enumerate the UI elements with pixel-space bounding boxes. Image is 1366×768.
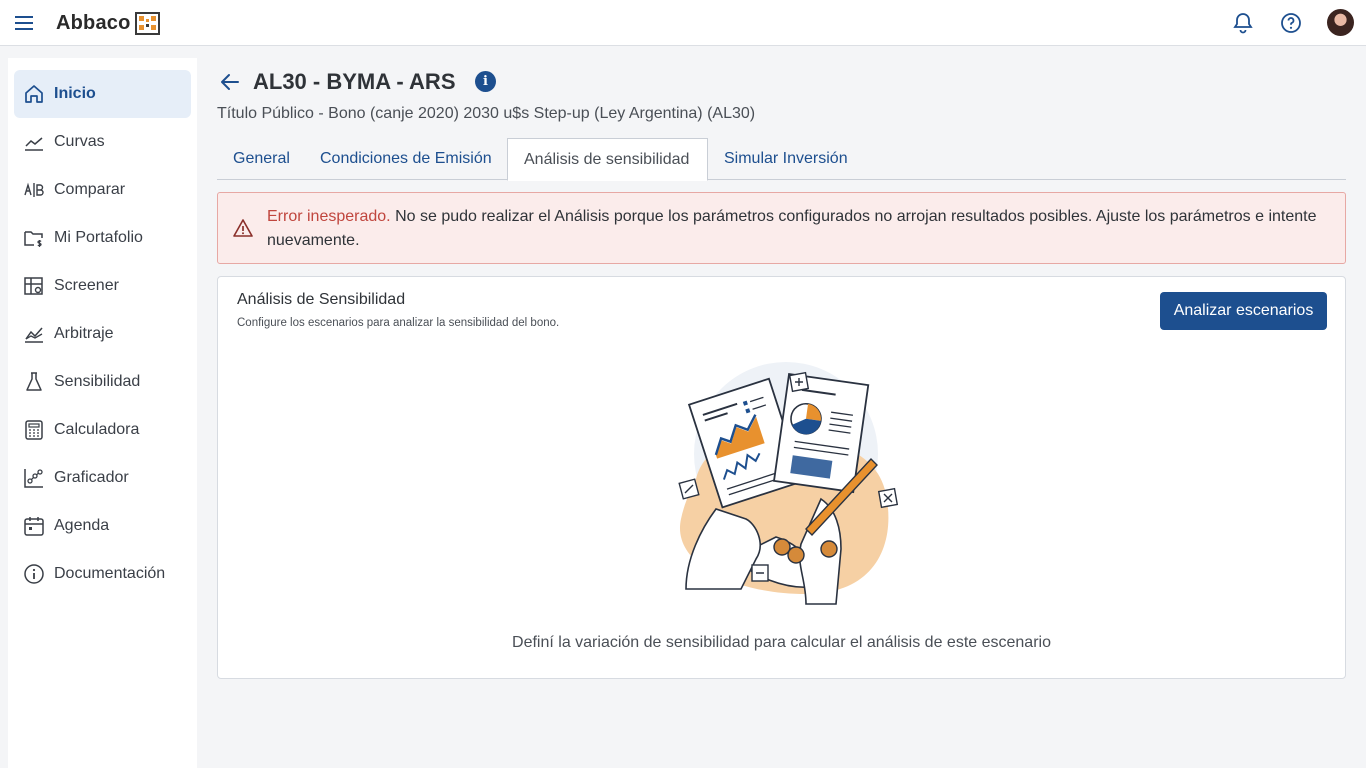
sidebar-item-calculadora[interactable]: Calculadora (14, 406, 191, 454)
card-subtitle: Configure los escenarios para analizar l… (237, 317, 560, 329)
sensitivity-card: Análisis de Sensibilidad Configure los e… (217, 276, 1346, 679)
info-circle-icon (24, 564, 44, 584)
brand-mark-icon (134, 11, 160, 35)
sidebar-item-label: Comparar (54, 181, 126, 198)
compare-ab-icon (24, 182, 44, 197)
sidebar-item-label: Calculadora (54, 421, 140, 438)
sidebar-item-mi-portafolio[interactable]: Mi Portafolio (14, 214, 191, 262)
brand-name: Abbaco (56, 11, 131, 34)
info-icon[interactable]: i (475, 71, 496, 92)
calendar-icon (24, 517, 44, 536)
hamburger-menu-icon[interactable] (14, 12, 36, 34)
tab-general[interactable]: General (233, 138, 290, 180)
sidebar-item-label: Documentación (54, 565, 166, 582)
page-subtitle: Título Público - Bono (canje 2020) 2030 … (217, 105, 756, 122)
bell-icon[interactable] (1231, 11, 1255, 35)
tab-analisis-de-sensibilidad[interactable]: Análisis de sensibilidad (507, 138, 708, 181)
folder-money-icon (24, 231, 43, 247)
analizar-escenarios-button[interactable]: Analizar escenarios (1160, 292, 1327, 330)
sidebar: Inicio Curvas Comparar Mi Portafolio Scr… (8, 58, 197, 768)
tab-condiciones-de-emision[interactable]: Condiciones de Emisión (320, 138, 492, 180)
empty-state-message: Definí la variación de sensibilidad para… (512, 634, 1051, 651)
sidebar-item-sensibilidad[interactable]: Sensibilidad (14, 358, 191, 406)
sidebar-item-label: Sensibilidad (54, 373, 141, 390)
page-title: AL30 - BYMA - ARS (253, 69, 456, 94)
error-alert: Error inesperado. No se pudo realizar el… (217, 192, 1346, 264)
arbitrage-chart-icon (25, 327, 43, 343)
home-icon (25, 85, 43, 103)
alert-body: No se pudo realizar el Análisis porque l… (267, 208, 1317, 249)
sidebar-item-label: Arbitraje (54, 325, 114, 342)
sidebar-item-screener[interactable]: Screener (14, 262, 191, 310)
sidebar-item-label: Mi Portafolio (54, 229, 143, 246)
chart-line-icon (25, 137, 43, 151)
user-avatar[interactable] (1327, 9, 1354, 36)
tab-bar: General Condiciones de Emisión Análisis … (217, 138, 1346, 181)
alert-message: Error inesperado. No se pudo realizar el… (267, 205, 1327, 253)
help-icon[interactable] (1279, 11, 1303, 35)
sidebar-item-agenda[interactable]: Agenda (14, 502, 191, 550)
calculator-icon (25, 420, 43, 440)
brand-logo[interactable]: Abbaco (56, 10, 160, 36)
top-bar: Abbaco (0, 0, 1366, 46)
sidebar-item-label: Inicio (54, 85, 96, 102)
sidebar-item-label: Curvas (54, 133, 105, 150)
warning-icon (233, 219, 253, 237)
sidebar-item-curvas[interactable]: Curvas (14, 118, 191, 166)
back-arrow-icon[interactable] (219, 71, 241, 93)
sidebar-item-inicio[interactable]: Inicio (14, 70, 191, 118)
tab-simular-inversion[interactable]: Simular Inversión (724, 138, 848, 180)
sidebar-item-arbitraje[interactable]: Arbitraje (14, 310, 191, 358)
flask-icon (26, 372, 42, 391)
sidebar-item-label: Agenda (54, 517, 110, 534)
sidebar-item-label: Screener (54, 277, 119, 294)
sidebar-item-comparar[interactable]: Comparar (14, 166, 191, 214)
card-title: Análisis de Sensibilidad (237, 291, 406, 308)
sidebar-item-graficador[interactable]: Graficador (14, 454, 191, 502)
screener-icon (24, 277, 43, 295)
sidebar-item-label: Graficador (54, 469, 129, 486)
empty-state-illustration (678, 362, 899, 605)
alert-title: Error inesperado. (267, 208, 391, 225)
sidebar-item-documentacion[interactable]: Documentación (14, 550, 191, 598)
graph-nodes-icon (24, 469, 43, 488)
